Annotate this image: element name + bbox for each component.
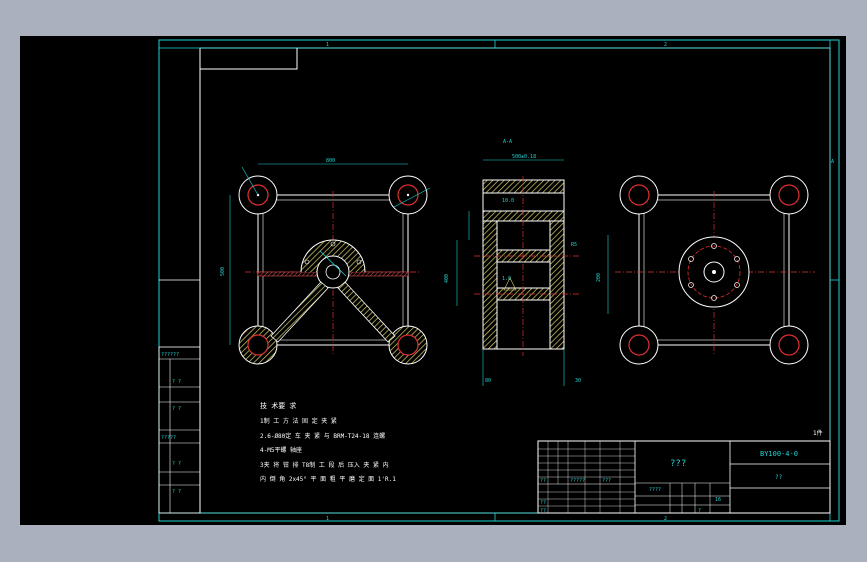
zone-label-right: A: [831, 159, 834, 165]
tb-drawing-number: BY100-4-0: [760, 450, 798, 458]
tech-req-3: 4-M5平螺 轴座: [260, 446, 302, 454]
section-label: A-A: [503, 139, 512, 145]
dim-bottom-left: 80: [485, 378, 491, 384]
rv-boss-tl: [619, 175, 659, 215]
cad-viewport[interactable]: 1 2 1 2 A ?????? ? ? ? ? ????? ? ? ? ? 8…: [20, 36, 846, 525]
tb-left-cell-3: ??: [540, 500, 546, 506]
left-cell-1: ? ?: [172, 379, 181, 385]
tb-part-name: ???: [670, 459, 686, 469]
dim-left-height: 500: [220, 267, 226, 276]
section-view[interactable]: A-A 500±0.18 400 200 10.0 1.0 R5 80 30: [444, 139, 609, 386]
tech-req-4: 3夹 将 钳 排 T8制 工 段 后 压入 夹 紧 内: [260, 461, 389, 469]
tech-req-0: 技 术要 求: [260, 401, 296, 410]
tech-requirements: 技 术要 求 1制 工 方 法 固 定 夹 紧 2.6-Ø80定 车 夹 紧 与…: [260, 401, 396, 483]
zone-label-bottom-1: 1: [326, 516, 329, 522]
tb-sub-name: ??: [775, 474, 783, 481]
left-cell-4: ? ?: [172, 461, 181, 467]
left-cell-0: ??????: [161, 352, 179, 358]
dim-top-width: 800: [326, 158, 335, 164]
tb-left-cell-1: ?????: [570, 478, 585, 484]
title-block[interactable]: ??? BY100-4-0 ?? 1件 ???? 16 ?? ????? ???…: [537, 429, 831, 514]
rv-boss-br: [769, 325, 809, 365]
tech-req-2: 2.6-Ø80定 车 夹 紧 与 BRM-T24-18 连螺: [260, 432, 385, 440]
tb-left-cell-5: ?: [698, 508, 701, 514]
boss-bottom-left: [238, 325, 278, 365]
dim-section-inner: 200: [596, 273, 602, 282]
zone-label-bottom-2: 2: [664, 516, 667, 522]
dim-inner-1: 10.0: [502, 198, 514, 204]
tb-sheet-tag: 1件: [813, 429, 823, 437]
zone-label-top-1: 1: [326, 42, 329, 48]
tech-req-5: 内 倒 角 2x45° 平 面 粗 平 磨 定 面 1'R.1: [260, 475, 396, 483]
tb-left-cell-2: ???: [602, 478, 611, 484]
rv-boss-tr: [769, 175, 809, 215]
tb-left-cell-0: ??: [540, 478, 546, 484]
boss-bottom-right: [388, 325, 428, 365]
left-cell-5: ? ?: [172, 489, 181, 495]
dim-r5: R5: [571, 242, 577, 248]
tb-scale-cell: ????: [649, 487, 661, 493]
tech-req-1: 1制 工 方 法 固 定 夹 紧: [260, 417, 337, 425]
dim-section-height: 400: [444, 274, 450, 283]
tb-sheets-cell: 16: [715, 497, 721, 503]
boss-top-right: [388, 175, 428, 215]
right-view[interactable]: [615, 175, 815, 365]
plan-view[interactable]: 800 500: [220, 158, 431, 365]
tb-left-cell-4: ??: [540, 508, 546, 514]
zone-label-top-2: 2: [664, 42, 667, 48]
left-column-table: [158, 279, 201, 514]
dim-bottom-right: 30: [575, 378, 581, 384]
drawing-canvas[interactable]: 1 2 1 2 A ?????? ? ? ? ? ????? ? ? ? ? 8…: [20, 36, 846, 525]
corner-box: [200, 48, 298, 70]
left-cell-3: ?????: [161, 435, 176, 441]
dim-section-width: 500±0.18: [512, 154, 536, 160]
rv-boss-bl: [619, 325, 659, 365]
left-cell-2: ? ?: [172, 406, 181, 412]
